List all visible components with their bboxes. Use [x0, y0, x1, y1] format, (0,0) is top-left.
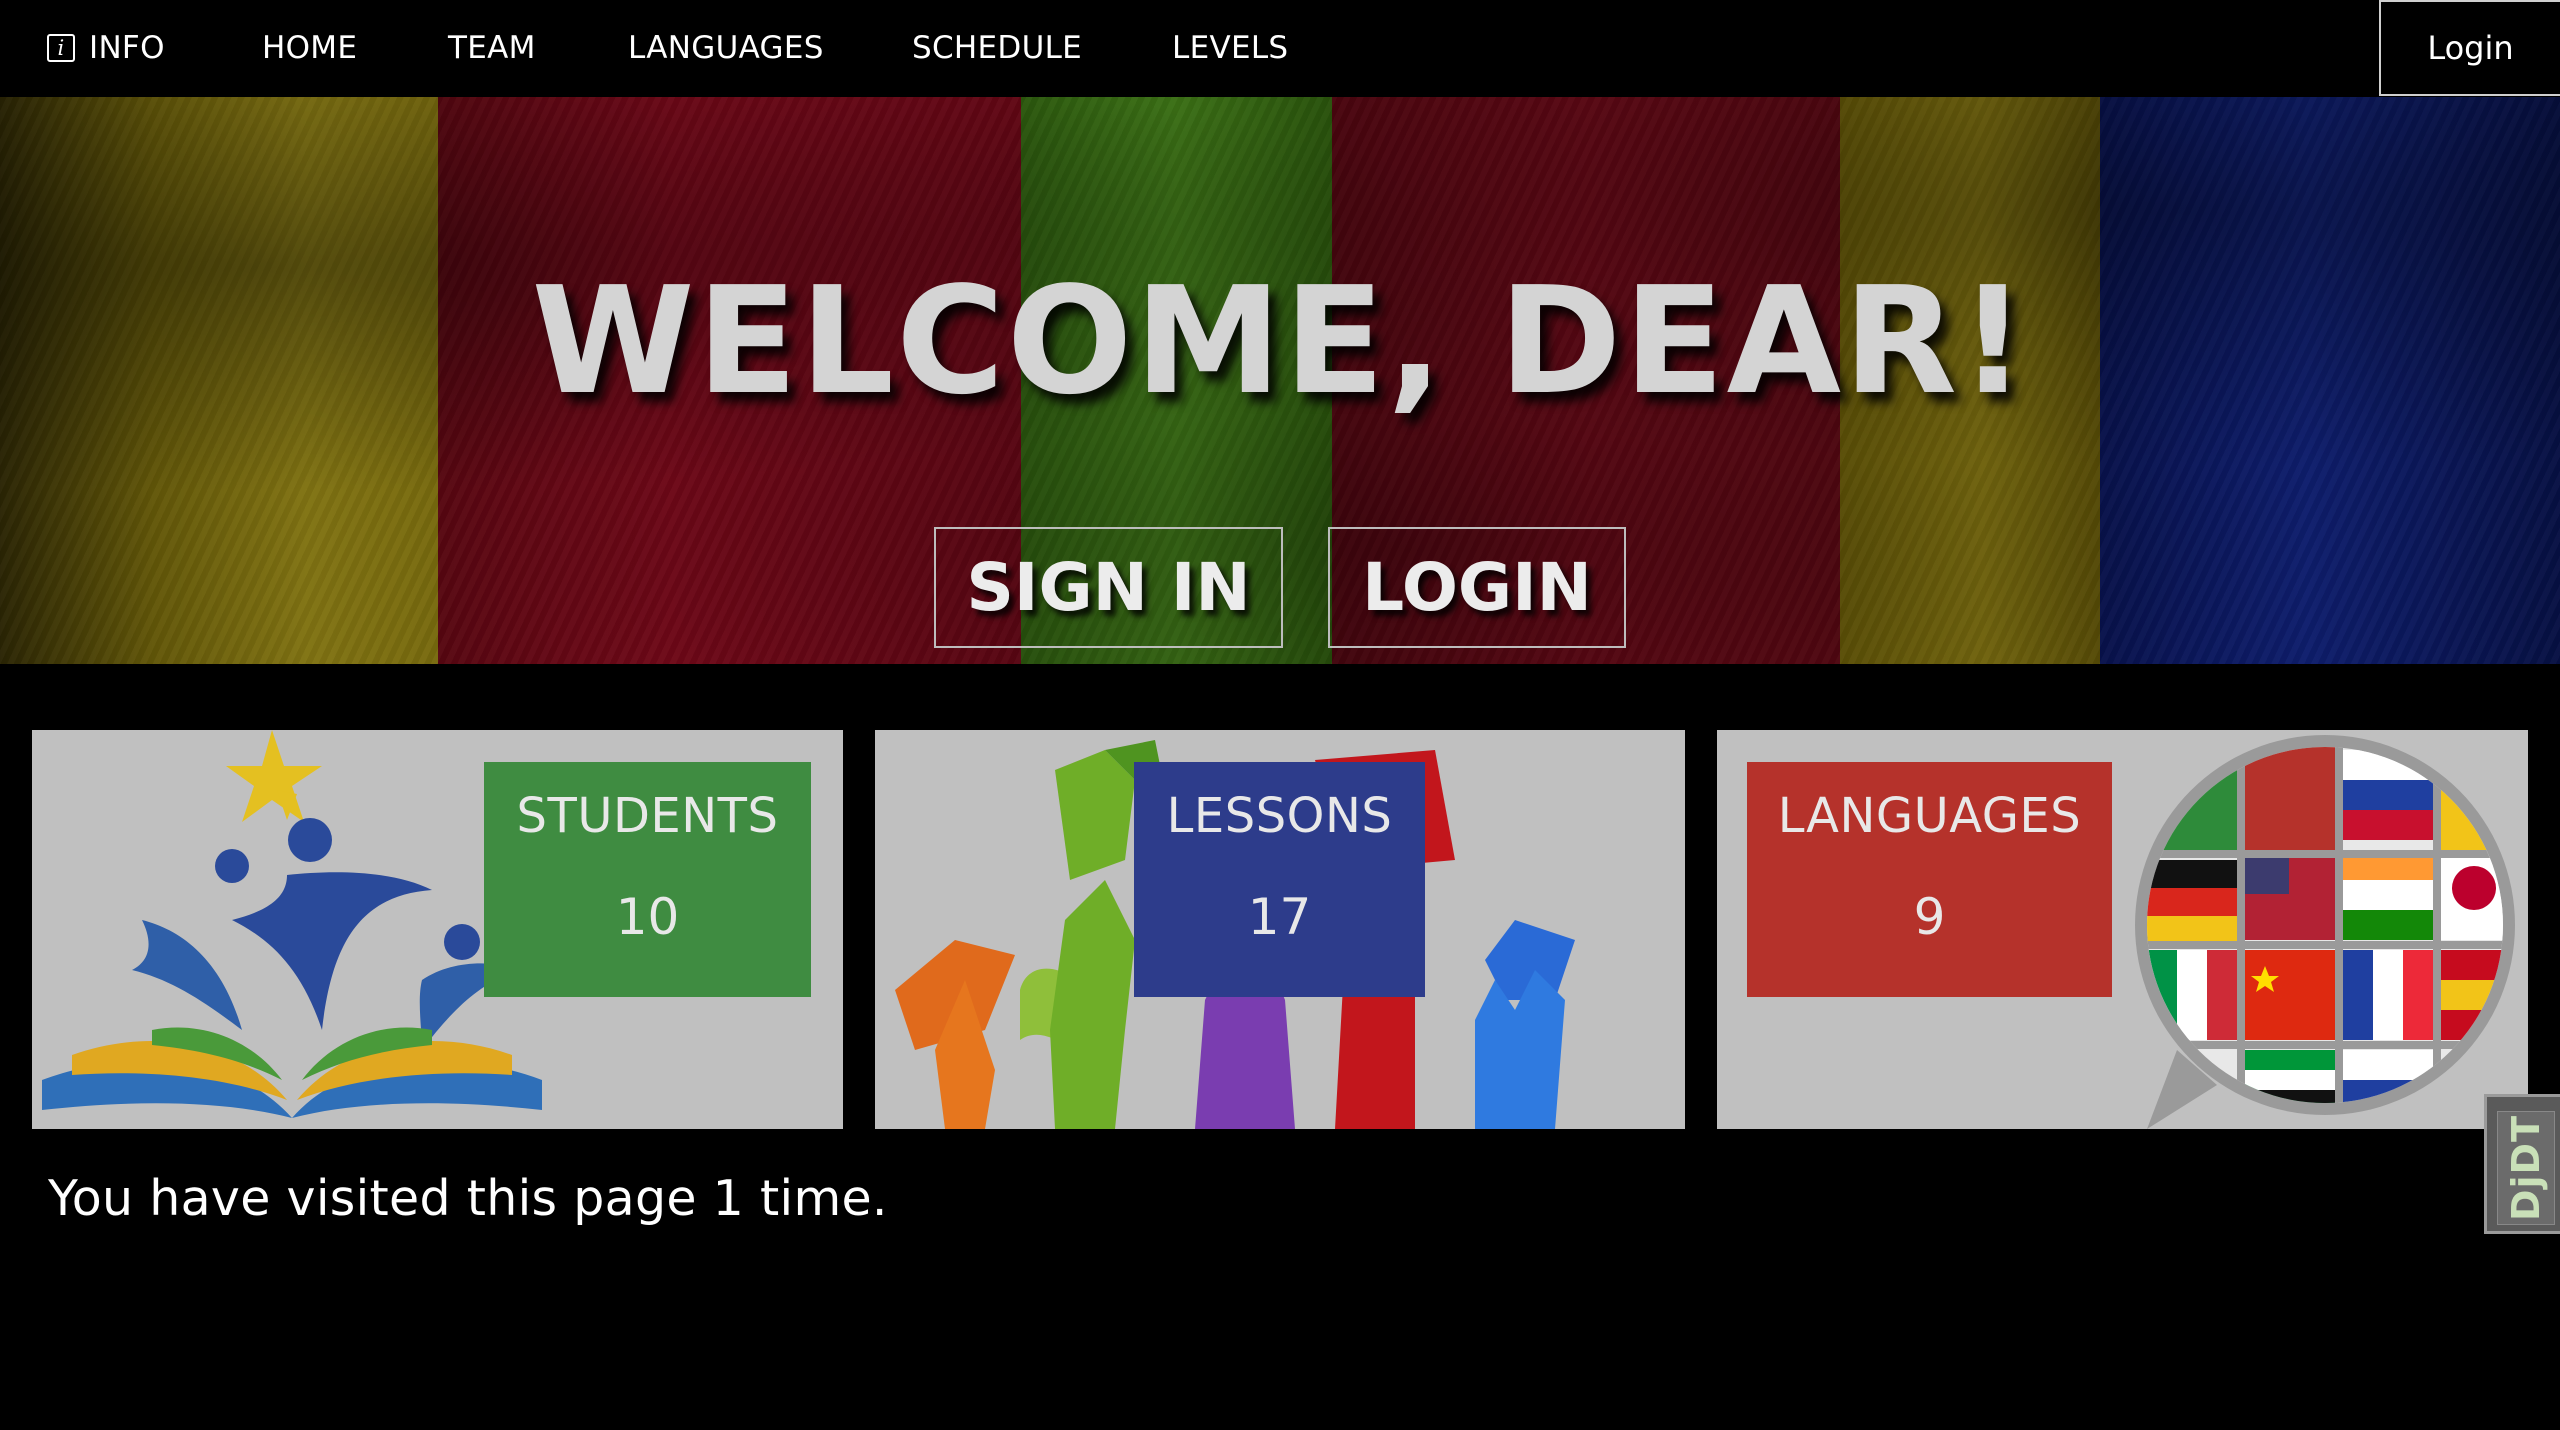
nav-login-button[interactable]: Login	[2379, 0, 2560, 96]
nav-languages-link[interactable]: LANGUAGES	[628, 28, 824, 68]
nav-info-link[interactable]: i INFO	[47, 28, 165, 68]
nav-home-link[interactable]: HOME	[262, 28, 357, 68]
students-label: STUDENTS	[516, 788, 779, 844]
lessons-stat-box: LESSONS 17	[1134, 762, 1425, 997]
students-stat-box: STUDENTS 10	[484, 762, 811, 997]
sign-in-button[interactable]: SIGN IN	[934, 527, 1283, 648]
languages-stat-box: LANGUAGES 9	[1747, 762, 2112, 997]
languages-card[interactable]: LANGUAGES 9	[1717, 730, 2528, 1129]
djdt-handle-inner: DjDT	[2497, 1111, 2555, 1225]
django-debug-toolbar-handle[interactable]: DjDT	[2484, 1094, 2560, 1234]
visit-counter-text: You have visited this page 1 time.	[48, 1170, 888, 1227]
students-card[interactable]: STUDENTS 10	[32, 730, 843, 1129]
nav-team-link[interactable]: TEAM	[448, 28, 536, 68]
lessons-card[interactable]: LESSONS 17	[875, 730, 1685, 1129]
hero-banner: WELCOME, DEAR! SIGN IN LOGIN	[0, 97, 2560, 664]
students-count: 10	[615, 888, 680, 946]
nav-schedule-link[interactable]: SCHEDULE	[912, 28, 1082, 68]
hero-title: WELCOME, DEAR!	[531, 255, 2029, 427]
lessons-label: LESSONS	[1166, 788, 1393, 844]
info-icon: i	[47, 34, 75, 62]
nav-info-label: INFO	[89, 30, 165, 66]
top-navbar: i INFO HOME TEAM LANGUAGES SCHEDULE LEVE…	[0, 0, 2560, 97]
languages-label: LANGUAGES	[1777, 788, 2082, 844]
languages-count: 9	[1913, 888, 1946, 946]
djdt-label: DjDT	[2504, 1114, 2548, 1222]
hero-login-button[interactable]: LOGIN	[1328, 527, 1626, 648]
nav-levels-link[interactable]: LEVELS	[1172, 28, 1288, 68]
lessons-count: 17	[1247, 888, 1312, 946]
